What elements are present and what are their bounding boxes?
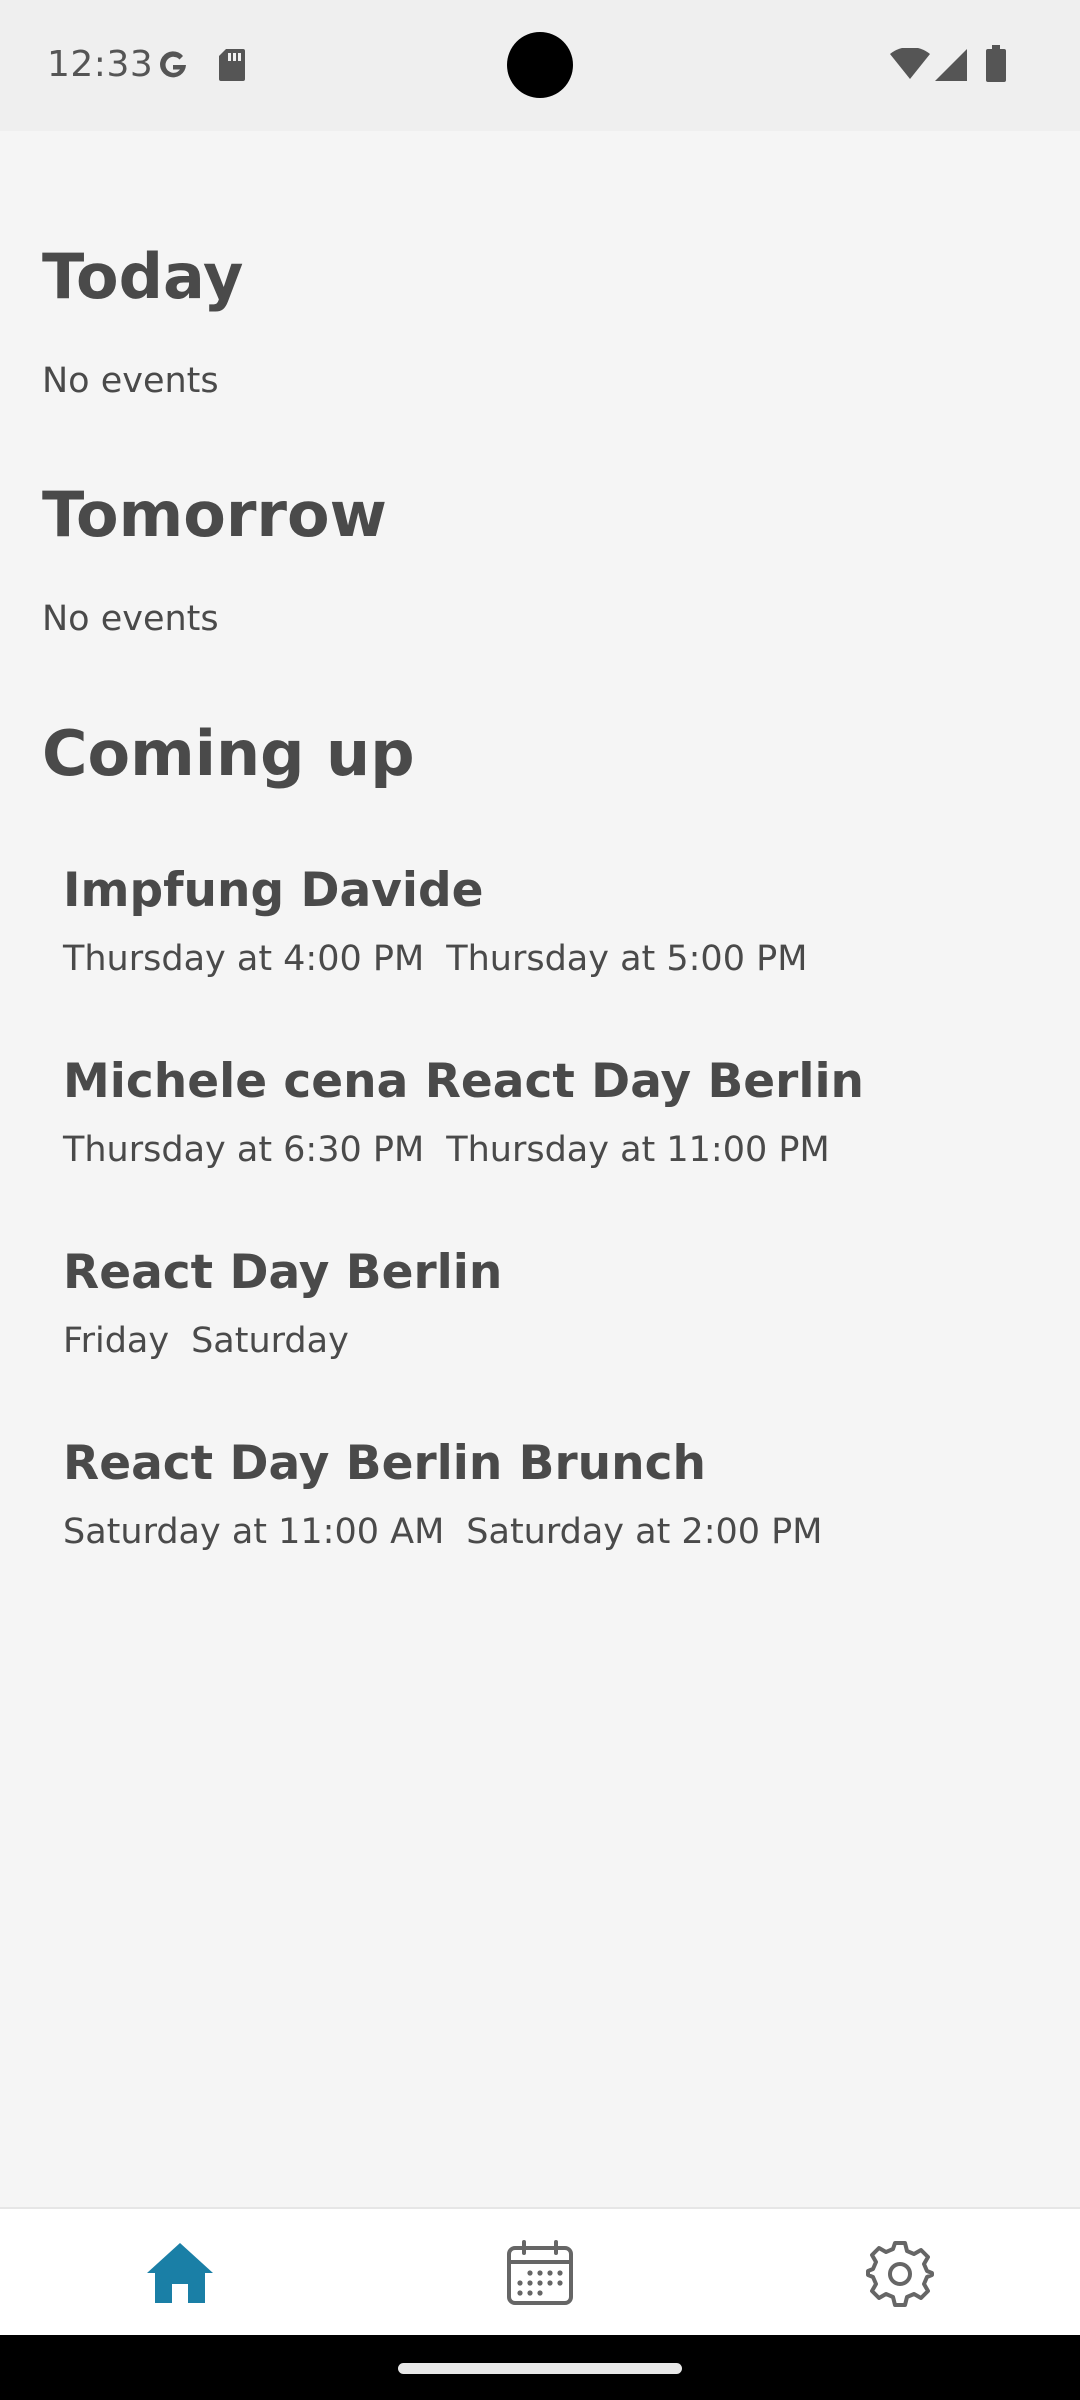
event-times: Saturday at 11:00 AM Saturday at 2:00 PM [63,1512,1023,1552]
event-title: Michele cena React Day Berlin [63,1054,865,1109]
event-item[interactable]: React Day Berlin Friday Saturday [63,1247,1023,1361]
event-item[interactable]: Impfung Davide Thursday at 4:00 PM Thursd… [63,865,1023,979]
event-title: Impfung Davide [63,863,484,918]
tab-home[interactable] [0,2209,360,2337]
event-times: Thursday at 6:30 PM Thursday at 11:00 PM [63,1130,1023,1170]
system-nav-bar [0,2335,1080,2400]
settings-gear-icon [866,2241,934,2307]
event-times: Friday Saturday [63,1321,1023,1361]
section-title-tomorrow: Tomorrow [42,478,387,551]
section-title-coming-up: Coming up [42,717,415,790]
sd-card-icon [219,49,245,81]
event-start: Thursday at 4:00 PM [63,938,425,979]
cell-signal-icon [935,49,967,81]
google-icon [160,51,186,78]
event-times: Thursday at 4:00 PM Thursday at 5:00 PM [63,939,1023,979]
home-indicator[interactable] [398,2363,682,2374]
event-end: Saturday [191,1320,349,1361]
event-start: Saturday at 11:00 AM [63,1511,445,1552]
battery-icon [986,45,1006,82]
event-title: React Day Berlin [63,1245,503,1300]
status-bar: 12:33 [0,0,1080,131]
event-start: Thursday at 6:30 PM [63,1129,425,1170]
event-end: Saturday at 2:00 PM [466,1511,823,1552]
tomorrow-empty-text: No events [42,599,219,639]
status-time: 12:33 [47,44,154,85]
event-start: Friday [63,1320,170,1361]
event-end: Thursday at 5:00 PM [446,938,808,979]
event-end: Thursday at 11:00 PM [446,1129,830,1170]
calendar-icon [507,2240,573,2305]
bottom-tab-bar [0,2207,1080,2337]
app-screen: 12:33 Today No events Tomorrow No events… [0,0,1080,2400]
front-camera [507,32,573,98]
today-empty-text: No events [42,361,219,401]
wifi-icon [890,48,930,79]
section-title-today: Today [42,240,244,313]
home-icon [147,2243,213,2303]
event-item[interactable]: React Day Berlin Brunch Saturday at 11:0… [63,1438,1023,1552]
tab-settings[interactable] [720,2209,1080,2337]
tab-calendar[interactable] [360,2209,720,2337]
event-item[interactable]: Michele cena React Day Berlin Thursday a… [63,1056,1023,1170]
event-title: React Day Berlin Brunch [63,1436,706,1491]
